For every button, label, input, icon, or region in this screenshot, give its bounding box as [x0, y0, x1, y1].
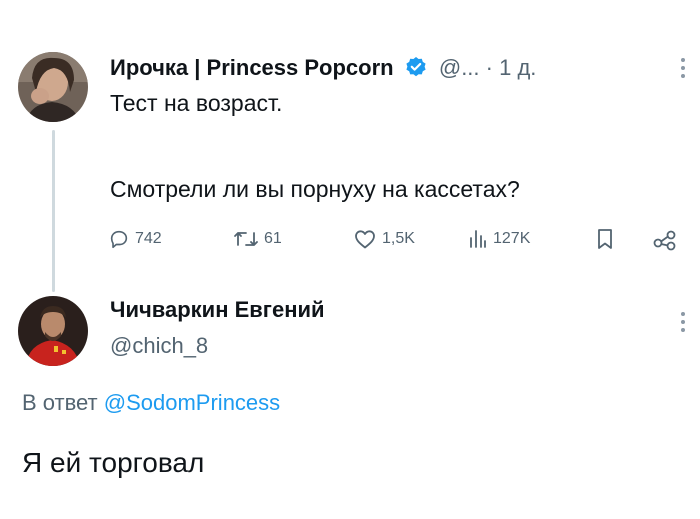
reply-author-handle[interactable]: @chich_8 — [110, 333, 208, 359]
reply-more-options-icon[interactable] — [680, 312, 686, 334]
reply-button[interactable]: 742 — [108, 222, 162, 256]
replying-to-link[interactable]: @SodomPrincess — [104, 390, 280, 415]
reply-icon — [110, 230, 128, 249]
thread-connector-line — [52, 130, 55, 292]
more-options-icon[interactable] — [680, 58, 686, 80]
author-avatar[interactable] — [18, 52, 88, 122]
reply-author-name[interactable]: Чичваркин Евгений — [110, 297, 325, 323]
replying-to-prefix: В ответ — [22, 390, 98, 415]
retweet-button[interactable]: 61 — [233, 222, 282, 256]
share-button[interactable] — [652, 222, 678, 256]
tweet-time[interactable]: 1 д. — [499, 55, 536, 80]
reply-author-avatar[interactable] — [18, 296, 88, 366]
heart-icon — [355, 230, 375, 249]
reply-tweet-text: Я ей торговал — [22, 447, 205, 478]
replying-to-line: В ответ @SodomPrincess — [22, 390, 280, 416]
retweet-count: 61 — [264, 230, 282, 247]
retweet-icon — [234, 232, 258, 246]
avatar-photo-icon — [18, 296, 88, 366]
views-button[interactable]: 127K — [468, 222, 530, 256]
tweet-text-line1: Тест на возраст. — [110, 90, 283, 116]
reply-count: 742 — [135, 230, 162, 247]
views-count: 127K — [493, 230, 531, 247]
share-icon — [653, 230, 676, 251]
avatar-photo-icon — [18, 52, 88, 122]
bookmark-button[interactable] — [594, 222, 616, 256]
tweet-header: Ирочка | Princess Popcorn @... · 1 д. — [110, 55, 536, 84]
like-button[interactable]: 1,5K — [353, 222, 415, 256]
author-handle[interactable]: @... — [439, 55, 480, 80]
verified-badge-icon — [405, 56, 427, 84]
author-name[interactable]: Ирочка | Princess Popcorn — [110, 55, 394, 80]
like-count: 1,5K — [382, 230, 415, 247]
tweet-text-line2: Смотрели ли вы порнуху на кассетах? — [110, 176, 520, 202]
meta-separator: · — [485, 55, 493, 80]
views-chart-icon — [470, 230, 486, 248]
tweet-actions-bar: 742 61 1,5K 127K — [108, 222, 688, 256]
bookmark-icon — [598, 229, 612, 249]
